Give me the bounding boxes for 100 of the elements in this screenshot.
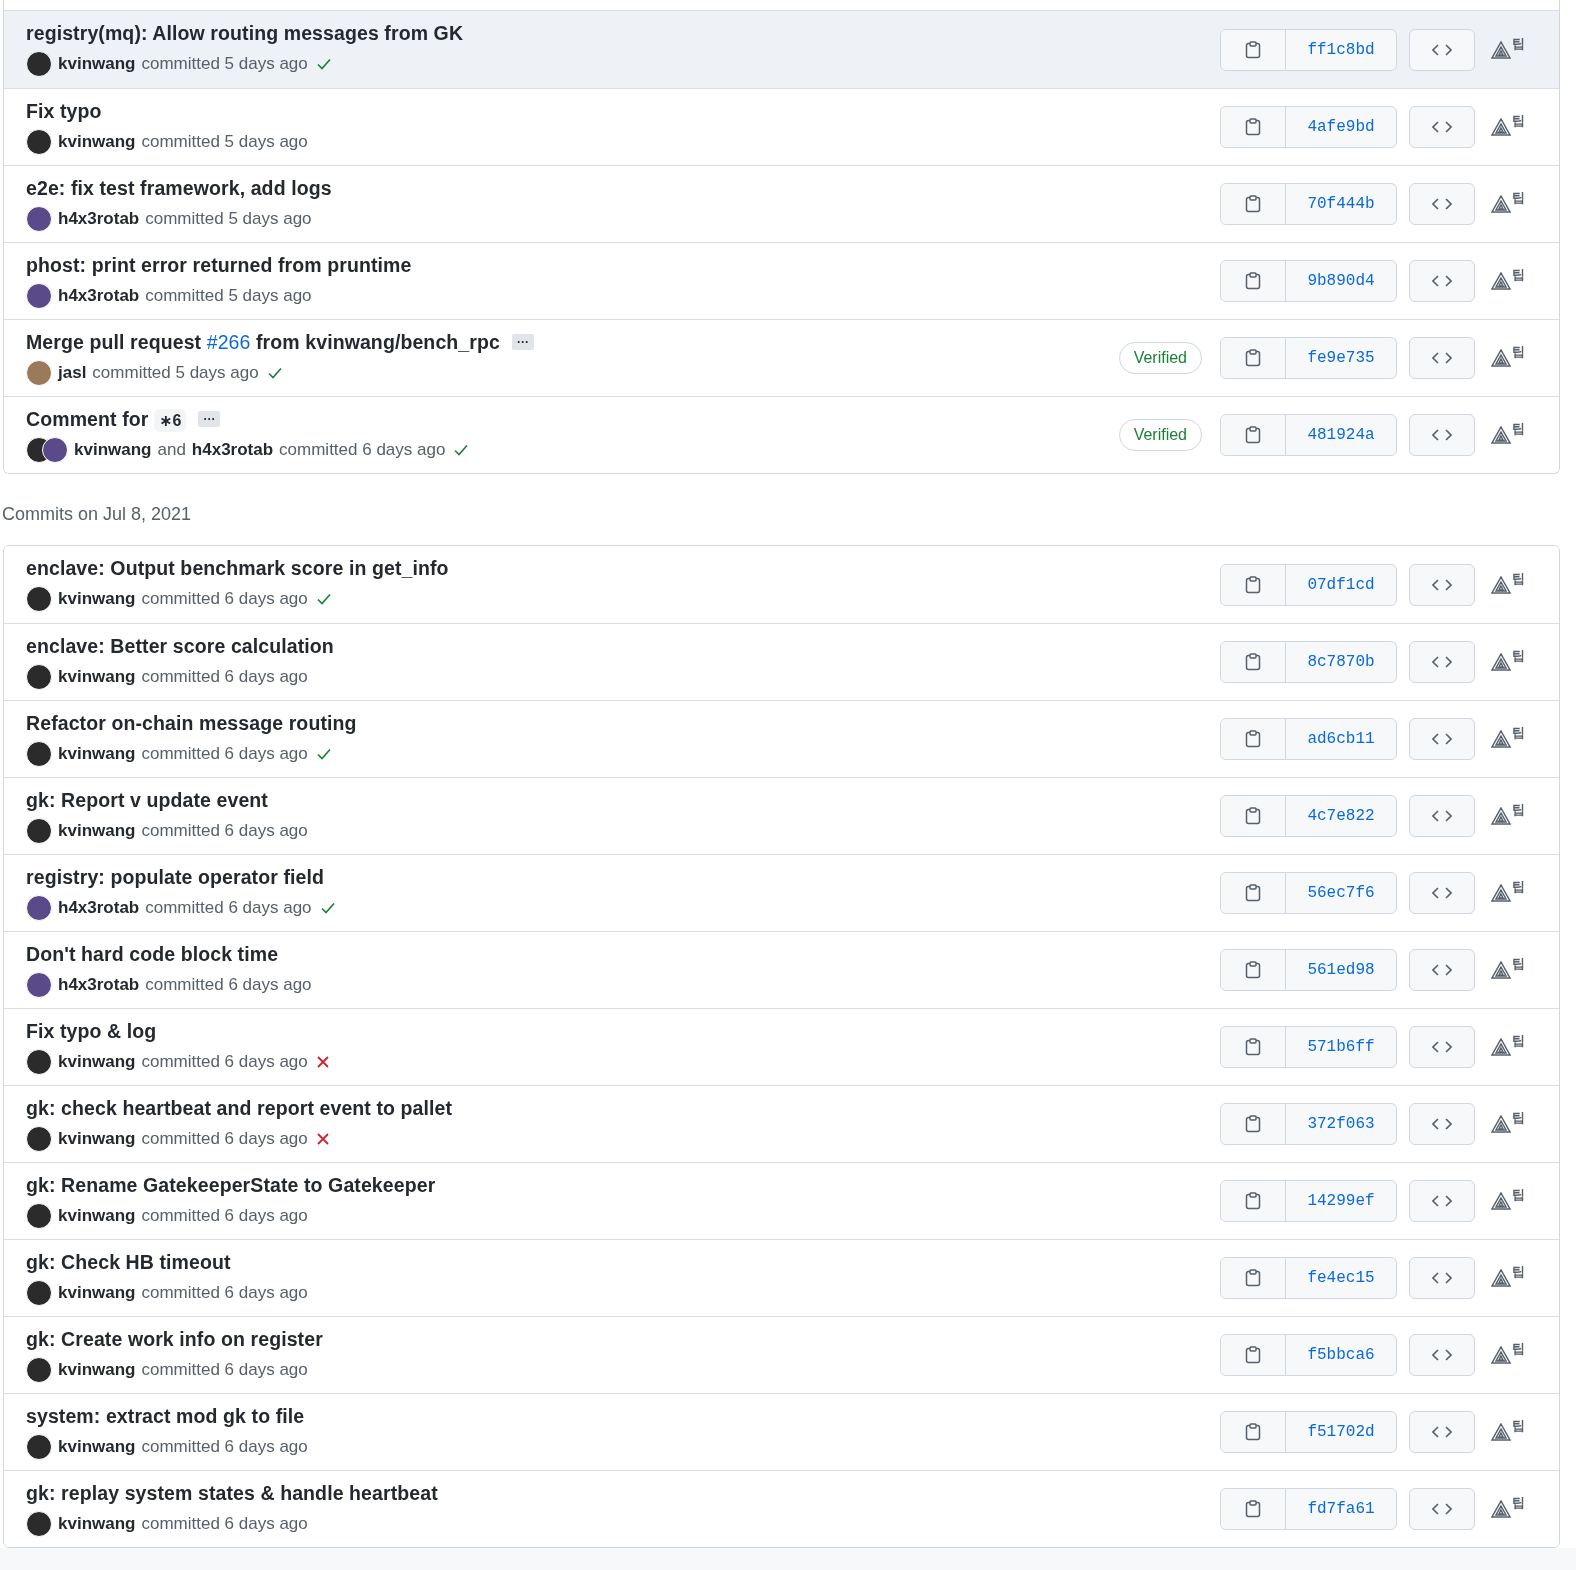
browse-code-button[interactable] — [1409, 1334, 1475, 1376]
copy-button[interactable] — [1221, 1335, 1286, 1375]
commit-title[interactable]: Fix typo — [26, 99, 102, 123]
commit-title[interactable]: Merge pull request #266 from kvinwang/bench_rpc — [26, 330, 500, 354]
copy-button[interactable] — [1221, 184, 1286, 224]
copy-button[interactable] — [1221, 338, 1286, 378]
copy-button[interactable] — [1221, 107, 1286, 147]
commit-title[interactable]: Comment for ∗6 — [26, 407, 187, 431]
author-link[interactable]: kvinwang — [58, 589, 136, 609]
browse-code-button[interactable] — [1409, 414, 1475, 456]
copy-button[interactable] — [1221, 415, 1286, 455]
copy-button[interactable] — [1221, 29, 1286, 70]
commit-title[interactable]: registry(mq): Allow routing messages from GK — [26, 22, 464, 45]
browse-code-button[interactable] — [1409, 949, 1475, 991]
commit-title[interactable]: Don't hard code block time — [26, 942, 279, 966]
commit-title[interactable]: phost: print error returned from pruntime — [26, 253, 412, 277]
browse-code-button[interactable] — [1409, 260, 1475, 302]
copy-button[interactable] — [1221, 564, 1286, 605]
triangle-icon[interactable] — [1491, 195, 1511, 213]
triangle-icon[interactable] — [1491, 1192, 1511, 1210]
author-link[interactable]: kvinwang — [58, 1205, 136, 1226]
triangle-icon[interactable] — [1491, 1115, 1511, 1133]
browse-code-button[interactable] — [1409, 337, 1475, 379]
author-link[interactable]: kvinwang — [58, 1128, 136, 1149]
browse-code-button[interactable] — [1409, 1026, 1475, 1068]
copy-button[interactable] — [1221, 642, 1286, 682]
commit-title[interactable]: gk: check heartbeat and report event to pallet — [26, 1096, 453, 1120]
author-link[interactable]: h4x3rotab — [58, 897, 140, 918]
commit-title[interactable]: gk: Report v update event — [26, 788, 268, 812]
triangle-icon[interactable] — [1491, 349, 1511, 367]
browse-code-button[interactable] — [1409, 1257, 1475, 1299]
author-link[interactable]: h4x3rotab — [58, 208, 140, 229]
browse-code-button[interactable] — [1409, 872, 1475, 914]
copy-button[interactable] — [1221, 1258, 1286, 1298]
copy-button[interactable] — [1221, 1181, 1286, 1221]
triangle-icon[interactable] — [1491, 884, 1511, 902]
triangle-icon[interactable] — [1491, 1423, 1511, 1441]
triangle-icon[interactable] — [1491, 1038, 1511, 1056]
copy-button[interactable] — [1221, 261, 1286, 301]
triangle-icon[interactable] — [1491, 807, 1511, 825]
author-link[interactable]: kvinwang — [58, 54, 136, 74]
clipboard-icon — [1245, 1192, 1261, 1210]
commit-title[interactable]: enclave: Output benchmark score in get_info — [26, 557, 449, 580]
triangle-icon[interactable] — [1491, 272, 1511, 290]
browse-code-button[interactable] — [1409, 718, 1475, 760]
copy-button[interactable] — [1221, 873, 1286, 913]
triangle-icon[interactable] — [1491, 1269, 1511, 1287]
copy-button[interactable] — [1221, 1104, 1286, 1144]
copy-button[interactable] — [1221, 950, 1286, 990]
expand-button[interactable]: ··· — [511, 334, 534, 350]
triangle-icon[interactable] — [1491, 653, 1511, 671]
commit-title[interactable]: gk: replay system states & handle heartbeat — [26, 1481, 438, 1505]
author-link[interactable]: kvinwang — [58, 820, 136, 841]
triangle-icon[interactable] — [1491, 575, 1511, 594]
commit-title[interactable]: Refactor on-chain message routing — [26, 711, 357, 735]
triangle-icon[interactable] — [1491, 961, 1511, 979]
browse-code-button[interactable] — [1409, 1180, 1475, 1222]
author-link[interactable]: kvinwang — [58, 1282, 136, 1303]
browse-code-button[interactable] — [1409, 1411, 1475, 1453]
author-link[interactable]: h4x3rotab — [58, 285, 140, 306]
commit-title[interactable]: e2e: fix test framework, add logs — [26, 176, 332, 200]
expand-button[interactable]: ··· — [198, 411, 221, 427]
triangle-icon[interactable] — [1491, 426, 1511, 444]
copy-button[interactable] — [1221, 719, 1286, 759]
commit-title[interactable]: system: extract mod gk to file — [26, 1404, 305, 1428]
author-link[interactable]: kvinwang — [58, 743, 136, 764]
tip-label: 팁 — [1512, 801, 1525, 819]
tip-label: 팁 — [1512, 420, 1525, 438]
commit-title[interactable]: registry: populate operator field — [26, 865, 324, 889]
copy-button[interactable] — [1221, 1412, 1286, 1452]
browse-code-button[interactable] — [1409, 1103, 1475, 1145]
author-link[interactable]: kvinwang — [58, 1359, 136, 1380]
author-link[interactable]: kvinwang — [58, 1513, 136, 1534]
commit-title[interactable]: gk: Create work info on register — [26, 1327, 323, 1351]
browse-code-button[interactable] — [1409, 795, 1475, 837]
author-link[interactable]: kvinwang — [58, 131, 136, 152]
copy-button[interactable] — [1221, 1027, 1286, 1067]
author-link[interactable]: kvinwang — [74, 439, 152, 460]
commit-title[interactable]: enclave: Better score calculation — [26, 634, 334, 658]
browse-code-button[interactable] — [1409, 1488, 1475, 1530]
author-link[interactable]: kvinwang — [58, 1051, 136, 1072]
browse-code-button[interactable] — [1409, 183, 1475, 225]
author-link[interactable]: jasl — [58, 362, 87, 383]
triangle-icon[interactable] — [1491, 1346, 1511, 1364]
triangle-icon[interactable] — [1491, 730, 1511, 748]
pull-request-link[interactable]: #266 — [206, 330, 251, 353]
commit-title[interactable]: Fix typo & log — [26, 1019, 157, 1043]
author-link[interactable]: kvinwang — [58, 666, 136, 687]
triangle-icon[interactable] — [1491, 1500, 1511, 1518]
author-link[interactable]: h4x3rotab — [58, 974, 140, 995]
author-link[interactable]: kvinwang — [58, 1436, 136, 1457]
triangle-icon[interactable] — [1491, 40, 1511, 59]
browse-code-button[interactable] — [1409, 106, 1475, 148]
copy-button[interactable] — [1221, 1489, 1286, 1529]
copy-button[interactable] — [1221, 796, 1286, 836]
commit-title[interactable]: gk: Check HB timeout — [26, 1250, 231, 1274]
browse-code-button[interactable] — [1409, 641, 1475, 683]
triangle-icon[interactable] — [1491, 118, 1511, 136]
commit-title[interactable]: gk: Rename GatekeeperState to Gatekeeper — [26, 1173, 436, 1197]
author-link[interactable]: h4x3rotab — [191, 439, 274, 460]
